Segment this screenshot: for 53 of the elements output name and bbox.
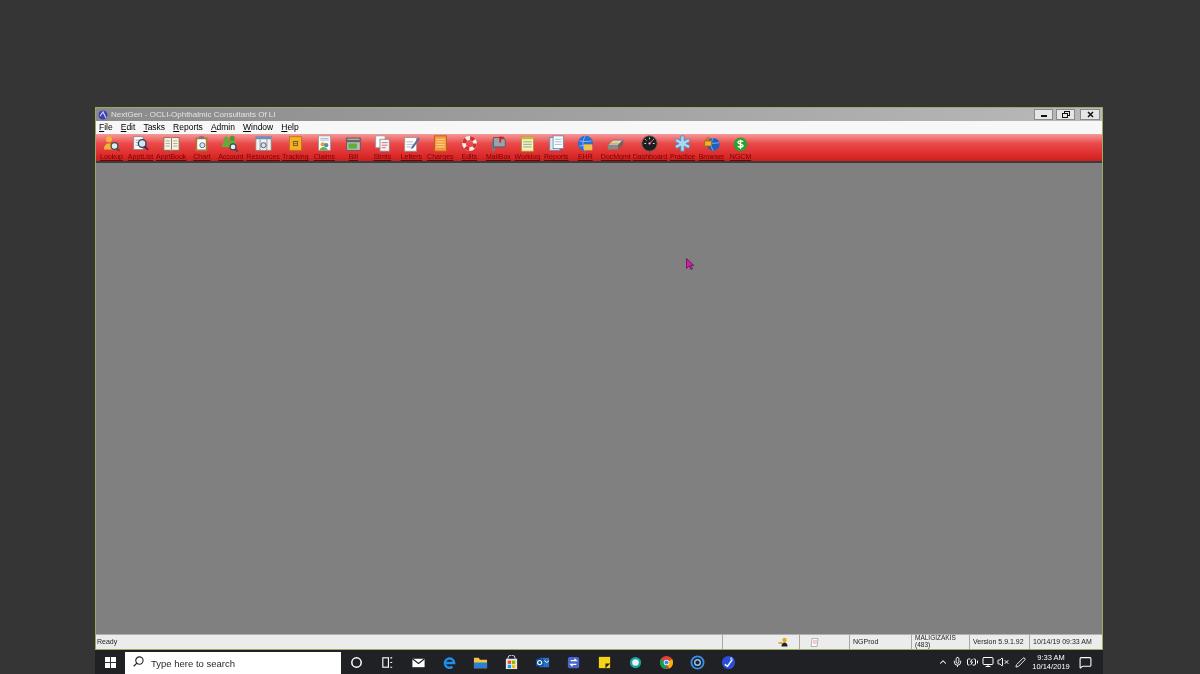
menu-item[interactable]: Help: [280, 122, 300, 133]
cursor-icon: [686, 258, 694, 270]
menu-item[interactable]: Edit: [119, 122, 137, 133]
circle-icon[interactable]: [349, 654, 364, 670]
notepad-icon: [810, 637, 820, 647]
close-icon: [1086, 111, 1094, 118]
close-button[interactable]: [1080, 109, 1100, 120]
speaker-muted-icon[interactable]: [997, 656, 1009, 668]
minimize-icon: [1040, 115, 1047, 117]
chrome-icon[interactable]: [659, 654, 674, 670]
notepad-icon: [518, 135, 536, 152]
globe-lock-icon: [703, 135, 721, 152]
dollar-icon: [732, 135, 750, 152]
task-view-icon[interactable]: [380, 654, 395, 670]
arrows-square-icon[interactable]: [566, 654, 581, 670]
star-of-life-icon: [674, 135, 692, 152]
chevron-up-icon[interactable]: [937, 657, 948, 667]
pen-icon[interactable]: [1014, 656, 1026, 668]
windows-logo-icon: [104, 656, 116, 668]
board-icon: [286, 135, 304, 152]
lifebuoy-icon: [460, 135, 478, 152]
book-icon: [162, 135, 180, 152]
list-document-icon: [431, 135, 449, 152]
edge-icon[interactable]: [442, 654, 457, 670]
menu-item[interactable]: Tasks: [142, 122, 167, 133]
menu-item[interactable]: Admin: [209, 122, 236, 133]
menu-item[interactable]: Window: [242, 122, 275, 133]
register-icon: [344, 135, 362, 152]
shopping-bag-icon[interactable]: [504, 654, 519, 670]
search-field[interactable]: Type here to search: [125, 651, 341, 674]
window-title: NextGen - OCLI-Ophthalmic Consultants Of LI: [111, 109, 276, 120]
restore-button[interactable]: [1056, 109, 1075, 120]
target-icon[interactable]: [690, 654, 705, 670]
notification-icon[interactable]: [1078, 655, 1092, 669]
app-logo-icon: [98, 109, 108, 120]
minimize-button[interactable]: [1034, 109, 1053, 120]
sticky-note-icon[interactable]: [597, 654, 612, 670]
globe-folder-icon: [576, 135, 594, 152]
pen-paper-icon: [402, 135, 420, 152]
battery-icon[interactable]: [966, 656, 979, 668]
document-magnifier-icon: [132, 135, 149, 152]
check-circle-icon[interactable]: [721, 654, 736, 670]
key-person-icon: [778, 637, 788, 647]
menu-item[interactable]: Reports: [172, 122, 204, 133]
microphone-icon[interactable]: [952, 656, 963, 668]
ring-icon[interactable]: [628, 654, 643, 670]
restore-icon: [1061, 111, 1070, 118]
table-icon: [254, 135, 272, 152]
person-magnifier-icon: [103, 135, 120, 152]
monitor-icon[interactable]: [981, 656, 994, 668]
menu-item[interactable]: File: [98, 122, 114, 133]
mailbox-icon: [489, 135, 507, 152]
search-icon: [133, 656, 144, 667]
